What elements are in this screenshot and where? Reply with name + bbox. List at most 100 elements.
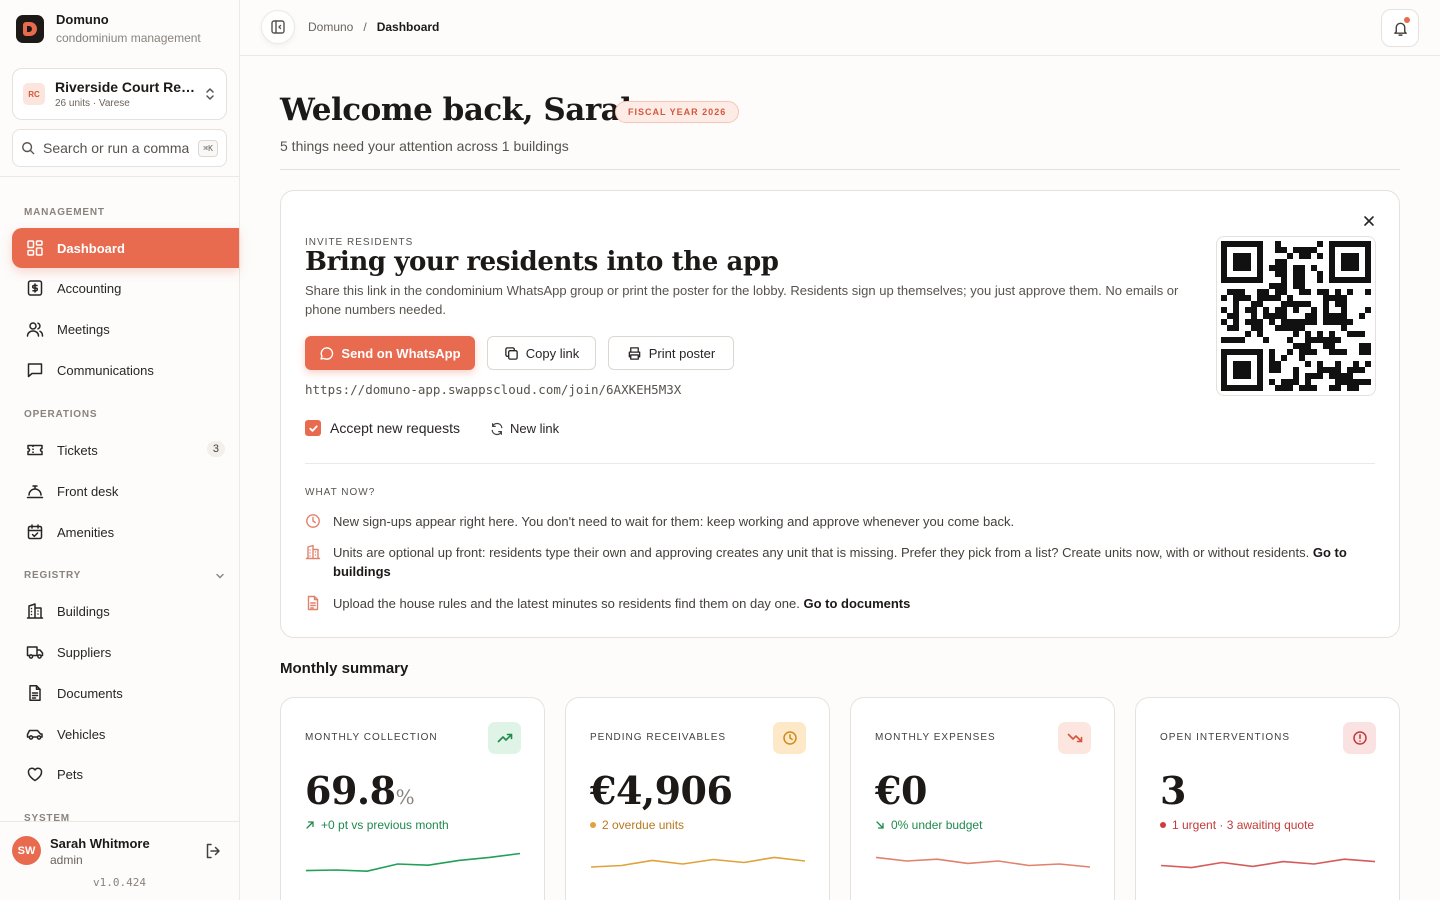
new-link-label: New link — [510, 421, 560, 436]
tip-text: Units are optional up front: residents t… — [333, 545, 1313, 560]
ticket-icon — [27, 444, 43, 456]
tip-item: Units are optional up front: residents t… — [305, 543, 1355, 581]
heart-icon — [27, 767, 43, 782]
notifications-button[interactable] — [1381, 9, 1419, 47]
stat-value-number: 3 — [1160, 768, 1186, 813]
sidebar-item-vehicles[interactable]: Vehicles — [12, 714, 239, 754]
sidebar-item-label: Suppliers — [57, 644, 112, 660]
stat-card-value: 69.8% — [305, 768, 415, 813]
stat-card-pending-receivables[interactable]: PENDING RECEIVABLES €4,906 2 overdue uni… — [565, 697, 830, 900]
building-meta: 26 units · Varese — [55, 98, 130, 109]
top-bar: Domuno / Dashboard — [240, 0, 1440, 56]
stat-card-value: €4,906 — [590, 768, 733, 813]
notification-dot — [1404, 17, 1410, 23]
user-role: admin — [50, 853, 83, 867]
bell-desk-icon — [26, 485, 44, 499]
stat-value-unit: % — [395, 785, 415, 809]
truck-icon — [26, 646, 44, 659]
alert-icon — [1343, 722, 1376, 754]
sidebar-item-suppliers[interactable]: Suppliers — [12, 632, 239, 672]
search-input[interactable] — [43, 140, 189, 156]
sidebar-item-label: Buildings — [57, 603, 110, 619]
clock-icon — [306, 514, 320, 528]
status-dot — [1160, 822, 1166, 828]
sidebar-item-label: Documents — [57, 685, 123, 701]
tickets-count-badge: 3 — [206, 441, 225, 457]
breadcrumb-root[interactable]: Domuno — [308, 20, 353, 34]
close-icon[interactable] — [1362, 214, 1376, 228]
header-divider — [280, 169, 1400, 170]
sidebar-item-pets[interactable]: Pets — [12, 754, 239, 794]
sidebar-item-label: Meetings — [57, 321, 110, 337]
stat-card-label: PENDING RECEIVABLES — [590, 732, 727, 743]
stat-value-number: €4,906 — [590, 768, 733, 813]
status-dot — [590, 822, 596, 828]
accept-requests-checkbox[interactable] — [305, 420, 321, 436]
document-icon — [29, 685, 41, 702]
stat-value-number: 69.8 — [305, 768, 396, 813]
sidebar-toggle-button[interactable] — [261, 10, 295, 44]
stat-card-subtext: 0% under budget — [875, 818, 982, 832]
sidebar-item-accounting[interactable]: Accounting — [12, 268, 239, 308]
invite-url[interactable]: https://domuno-app.swappscloud.com/join/… — [305, 382, 681, 397]
sidebar-item-buildings[interactable]: Buildings — [12, 591, 239, 631]
sparkline — [590, 856, 806, 868]
nav-section-registry: REGISTRY — [24, 570, 82, 581]
logout-icon[interactable] — [204, 842, 222, 860]
building-icon — [305, 544, 321, 560]
trend-up-icon — [488, 722, 521, 754]
whatsapp-icon — [320, 346, 334, 360]
building-switcher[interactable]: RC Riverside Court Residences 26 units ·… — [12, 68, 227, 120]
sidebar-item-label: Amenities — [57, 524, 115, 540]
go-to-documents-link[interactable]: Go to documents — [803, 596, 910, 611]
sidebar-item-dashboard[interactable]: Dashboard — [12, 228, 239, 268]
avatar[interactable]: SW — [12, 836, 41, 865]
chevron-down-icon[interactable] — [214, 570, 226, 582]
copy-link-button[interactable]: Copy link — [487, 336, 596, 370]
print-poster-button[interactable]: Print poster — [608, 336, 734, 370]
command-search[interactable]: ⌘K — [12, 129, 227, 167]
trend-down-icon — [1058, 722, 1091, 754]
sidebar-item-label: Communications — [57, 362, 154, 378]
refresh-icon — [491, 422, 503, 435]
new-link-button[interactable]: New link — [490, 421, 559, 436]
page-title: Welcome back, Sarah. — [280, 92, 653, 128]
user-name: Sarah Whitmore — [50, 836, 150, 851]
stat-card-subtext: 1 urgent · 3 awaiting quote — [1160, 818, 1314, 832]
users-icon — [26, 322, 44, 337]
stat-card-monthly-expenses[interactable]: MONTHLY EXPENSES €0 0% under budget — [850, 697, 1115, 900]
sidebar-item-front-desk[interactable]: Front desk — [12, 471, 239, 511]
sidebar-divider — [0, 176, 239, 177]
sidebar: Domuno condominium management RC Riversi… — [0, 0, 240, 900]
stat-card-monthly-collection[interactable]: MONTHLY COLLECTION 69.8% +0 pt vs previo… — [280, 697, 545, 900]
sidebar-item-label: Accounting — [57, 280, 122, 296]
sidebar-collapse-icon — [271, 20, 285, 34]
stat-card-open-interventions[interactable]: OPEN INTERVENTIONS 3 1 urgent · 3 awaiti… — [1135, 697, 1400, 900]
sidebar-item-tickets[interactable]: Tickets 3 — [12, 430, 239, 470]
user-panel: SW Sarah Whitmore admin v1.0.424 — [0, 821, 239, 900]
domuno-logo-icon — [16, 14, 44, 43]
sidebar-item-label: Pets — [57, 766, 84, 782]
brand-subtitle: condominium management — [56, 31, 201, 45]
invite-qr-code[interactable] — [1216, 236, 1376, 396]
sidebar-item-communications[interactable]: Communications — [12, 350, 239, 390]
brand-name: Domuno — [56, 12, 109, 27]
monthly-summary-title: Monthly summary — [280, 660, 409, 677]
nav-section-operations: OPERATIONS — [24, 409, 98, 420]
car-icon — [26, 729, 43, 740]
sparkline-path — [1160, 858, 1376, 869]
tip-text: Upload the house rules and the latest mi… — [333, 596, 804, 611]
send-whatsapp-button[interactable]: Send on WhatsApp — [305, 336, 475, 370]
printer-icon — [628, 346, 641, 360]
sidebar-item-documents[interactable]: Documents — [12, 673, 239, 713]
sidebar-item-meetings[interactable]: Meetings — [12, 309, 239, 349]
sparkline-path — [590, 856, 806, 868]
accept-requests-label: Accept new requests — [330, 420, 460, 436]
accept-requests-toggle[interactable]: Accept new requests — [305, 420, 460, 436]
sidebar-item-amenities[interactable]: Amenities — [12, 512, 239, 552]
invite-residents-panel: INVITE RESIDENTS Bring your residents in… — [280, 190, 1400, 638]
brand[interactable]: Domuno condominium management — [16, 12, 201, 45]
building-icon — [26, 603, 44, 619]
sparkline — [1160, 858, 1376, 869]
dollar-icon — [27, 280, 43, 296]
